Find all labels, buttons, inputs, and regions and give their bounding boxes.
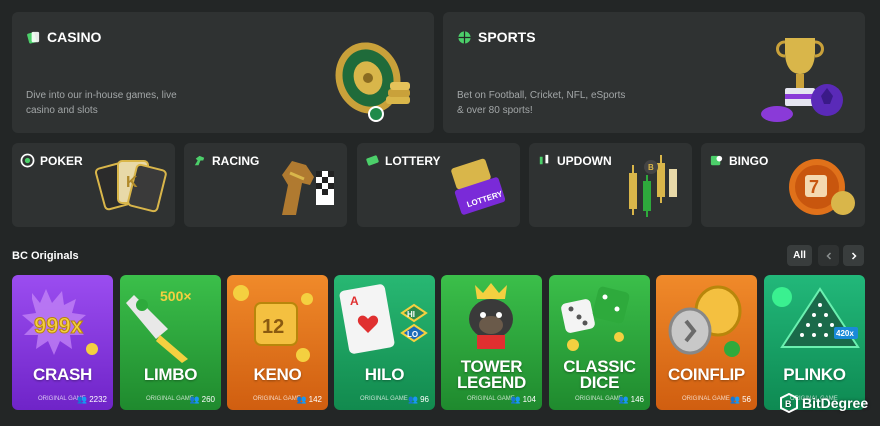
game-subtitle: ORIGINAL GAME (575, 396, 623, 402)
lottery-title: LOTTERY (365, 153, 441, 168)
players-icon: 👥 (510, 395, 521, 404)
game-name: HILO (364, 365, 405, 384)
svg-text:B: B (785, 399, 792, 409)
players-icon: 👥 (77, 395, 88, 404)
players-icon: 👥 (730, 395, 741, 404)
svg-text:999x: 999x (34, 313, 84, 338)
svg-text:K: K (126, 174, 138, 191)
ball-icon (458, 30, 471, 44)
svg-text:B: B (648, 163, 654, 172)
ticket-icon (366, 155, 379, 166)
game-name: CLASSIC DICE (563, 357, 636, 392)
casino-description: Dive into our in-house games, live casin… (26, 90, 177, 116)
game-name: COINFLIP (668, 365, 745, 384)
chevron-left-icon (825, 251, 831, 260)
svg-text:500×: 500× (160, 288, 192, 304)
bingo-ball-illustration: 7 (789, 159, 855, 215)
dice-art (561, 286, 630, 351)
bingo-title: BINGO (709, 153, 768, 168)
trophy-illustration (761, 38, 843, 122)
players-icon: 👥 (296, 395, 307, 404)
chip-icon (20, 153, 35, 168)
players-icon: 👥 (189, 395, 200, 404)
roulette-illustration (335, 42, 410, 122)
game-name: LIMBO (143, 365, 198, 384)
player-count: 👥 260 (189, 395, 215, 404)
casino-card[interactable]: CASINO Dive into our in-house games, liv… (12, 12, 434, 133)
game-subtitle: ORIGINAL GAME (146, 396, 194, 402)
poker-card[interactable]: POKER K (12, 143, 175, 227)
player-count: 👥 2232 (77, 395, 107, 404)
prev-button[interactable] (818, 245, 839, 266)
cards-icon (27, 31, 40, 44)
poker-cards-illustration: K (94, 160, 167, 213)
game-tile-hilo[interactable]: A HI LO HILO ORIGINAL GAME 👥 96 (334, 275, 435, 410)
svg-text:12: 12 (262, 316, 284, 338)
svg-text:A: A (350, 294, 359, 308)
candlestick-icon (539, 154, 549, 165)
player-count: 👥 146 (618, 395, 644, 404)
players-icon: 👥 (618, 395, 629, 404)
racing-card[interactable]: RACING (184, 143, 347, 227)
game-name: TOWER LEGEND (456, 357, 527, 392)
originals-title: BC Originals (12, 250, 79, 262)
horse-illustration (282, 161, 334, 215)
player-count: 👥 104 (510, 395, 536, 404)
tower-legend-art (469, 283, 513, 349)
updown-card[interactable]: UPDOWN B (529, 143, 692, 227)
limbo-art: 500× (126, 288, 192, 363)
candlestick-illustration: B (629, 155, 677, 217)
game-name: PLINKO (783, 365, 846, 384)
bingo-card[interactable]: BINGO 7 (701, 143, 865, 227)
updown-title: UPDOWN (537, 153, 612, 168)
hilo-art: A HI LO (339, 284, 428, 354)
game-subtitle: ORIGINAL GAME (682, 396, 730, 402)
game-subtitle: ORIGINAL GAME (467, 396, 515, 402)
player-count: 👥 96 (408, 395, 429, 404)
chevron-right-icon (851, 251, 857, 260)
next-button[interactable] (843, 245, 864, 266)
game-subtitle: ORIGINAL GAME (253, 396, 301, 402)
sports-card[interactable]: SPORTS Bet on Football, Cricket, NFL, eS… (443, 12, 865, 133)
game-tile-classic-dice[interactable]: CLASSIC DICE ORIGINAL GAME 👥 146 (549, 275, 650, 410)
game-name: KENO (253, 365, 302, 384)
svg-text:LO: LO (407, 330, 418, 339)
game-tile-crash[interactable]: 999x CRASH ORIGINAL GAME 👥 2232 (12, 275, 113, 410)
game-tile-keno[interactable]: 12 KENO ORIGINAL GAME 👥 142 (227, 275, 328, 410)
player-count: 👥 142 (296, 395, 322, 404)
poker-title: POKER (20, 153, 83, 168)
sports-title: SPORTS (457, 29, 536, 45)
players-icon: 👥 (408, 395, 419, 404)
bingo-icon (710, 155, 723, 166)
sports-description: Bet on Football, Cricket, NFL, eSports &… (457, 90, 626, 116)
bitdegree-logo-icon: B (780, 393, 798, 413)
bitdegree-watermark: B BitDegree (780, 393, 868, 413)
all-button[interactable]: All (787, 245, 812, 266)
game-subtitle: ORIGINAL GAME (360, 396, 408, 402)
svg-text:420x: 420x (836, 329, 854, 338)
game-tile-limbo[interactable]: 500× LIMBO ORIGINAL GAME 👥 260 (120, 275, 221, 410)
lottery-card[interactable]: LOTTERY LOTTERY (357, 143, 520, 227)
svg-text:HI: HI (407, 310, 415, 319)
crash-art: 999x (22, 289, 98, 355)
game-name: CRASH (33, 365, 92, 384)
player-count: 👥 56 (730, 395, 751, 404)
keno-art: 12 (233, 285, 313, 362)
game-tile-coinflip[interactable]: COINFLIP ORIGINAL GAME 👥 56 (656, 275, 757, 410)
plinko-art: 420x (772, 287, 860, 348)
game-tile-tower-legend[interactable]: TOWER LEGEND ORIGINAL GAME 👥 104 (441, 275, 542, 410)
svg-text:7: 7 (809, 177, 819, 197)
coinflip-art (668, 285, 742, 357)
game-tile-plinko[interactable]: 420x PLINKO ORIGINAL GAME (764, 275, 865, 410)
racing-title: RACING (192, 153, 259, 168)
horse-icon (194, 155, 205, 166)
lottery-tickets-illustration: LOTTERY (451, 158, 506, 215)
casino-title: CASINO (26, 29, 101, 45)
